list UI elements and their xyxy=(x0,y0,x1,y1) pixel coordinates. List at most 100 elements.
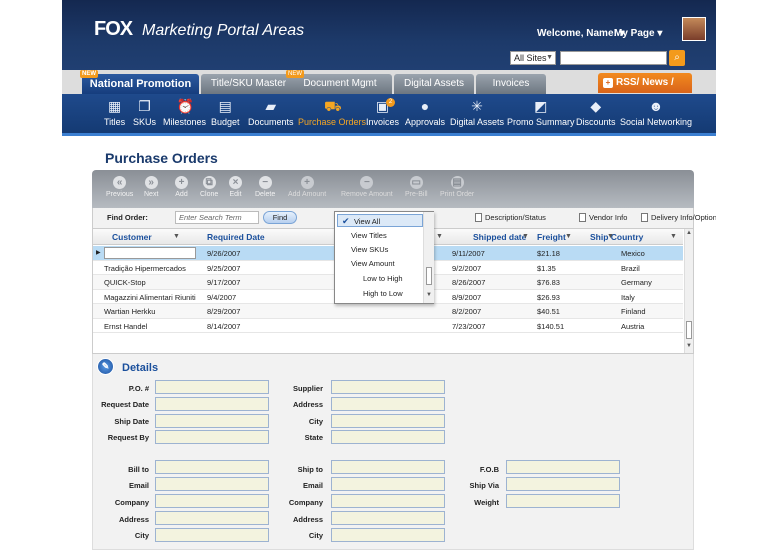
nav-titles[interactable]: ▦ Titles xyxy=(104,98,125,127)
dropdown-item-low-to-high[interactable]: Low to High xyxy=(335,272,425,285)
request-date-field[interactable] xyxy=(155,397,269,411)
ship-date-field[interactable] xyxy=(155,414,269,428)
fob-field[interactable] xyxy=(506,460,620,474)
find-order-input[interactable]: Enter Search Term xyxy=(175,211,259,224)
bill-company-field[interactable] xyxy=(155,494,269,508)
details-panel: ✎ Details P.O. # Request Date Ship Date R… xyxy=(92,354,694,550)
previous-button[interactable]: « Previous xyxy=(106,176,133,198)
delete-button[interactable]: − Delete xyxy=(255,176,275,198)
ship-company-field[interactable] xyxy=(331,494,445,508)
column-freight[interactable]: Freight xyxy=(537,232,566,242)
nav-digital-assets[interactable]: ✳ Digital Assets xyxy=(450,98,504,127)
plus-icon: + xyxy=(175,176,188,189)
nav-label: Digital Assets xyxy=(450,117,505,127)
avatar[interactable] xyxy=(682,17,706,41)
filter-icon[interactable]: ▼ xyxy=(565,233,572,240)
cell-customer[interactable] xyxy=(104,247,196,259)
dropdown-item-view-all[interactable]: ✔ View All xyxy=(337,214,423,227)
search-icon[interactable]: ⌕ xyxy=(669,50,685,66)
next-button[interactable]: » Next xyxy=(144,176,158,198)
tab-invoices[interactable]: Invoices xyxy=(476,74,546,94)
ship-to-field[interactable] xyxy=(331,460,445,474)
nav-label: Invoices xyxy=(366,117,400,127)
nav-milestones[interactable]: ⏰ Milestones xyxy=(163,98,206,127)
grid-scrollbar[interactable]: ▲ ▼ xyxy=(684,229,693,353)
printer-icon: ▤ xyxy=(450,176,464,189)
tab-national-promotion[interactable]: NEW National Promotion xyxy=(80,70,199,94)
fox-logo: FOX xyxy=(94,18,133,40)
pre-bill-button[interactable]: ▭ Pre-Bill xyxy=(405,176,428,198)
bill-to-field[interactable] xyxy=(155,460,269,474)
column-ship-country[interactable]: Ship Country xyxy=(590,232,643,242)
scroll-up-icon[interactable]: ▲ xyxy=(686,230,692,236)
city-field[interactable] xyxy=(331,414,445,428)
ship-via-field[interactable] xyxy=(506,477,620,491)
dropdown-scrollbar[interactable]: ▼ xyxy=(423,212,434,303)
weight-field[interactable] xyxy=(506,494,620,508)
clone-button[interactable]: ⧉ Clone xyxy=(200,176,218,198)
new-badge: NEW xyxy=(80,70,98,78)
nav-approvals[interactable]: ● Approvals xyxy=(405,98,445,127)
add-button[interactable]: + Add xyxy=(175,176,188,198)
dropdown-item-view-titles[interactable]: View Titles xyxy=(335,229,425,242)
nav-budget[interactable]: ▤ Budget xyxy=(211,98,240,127)
filter-icon[interactable]: ▼ xyxy=(436,233,443,240)
dropdown-item-view-amount[interactable]: View Amount xyxy=(335,257,425,270)
bill-email-label: Email xyxy=(128,481,149,490)
column-shipped-date[interactable]: Shipped date xyxy=(473,232,526,242)
scroll-down-icon[interactable]: ▼ xyxy=(686,343,692,349)
ship-email-field[interactable] xyxy=(331,477,445,491)
dropdown-item-high-to-low[interactable]: High to Low xyxy=(335,287,425,300)
filter-icon[interactable]: ▼ xyxy=(670,233,677,240)
ship-address-field[interactable] xyxy=(331,511,445,525)
bill-city-field[interactable] xyxy=(155,528,269,542)
cell-required-date: 9/4/2007 xyxy=(207,292,237,302)
cart-icon: ⛟ xyxy=(324,98,342,114)
site-select[interactable]: All Sites ▼ xyxy=(510,51,556,65)
description-status-link[interactable]: Description/Status xyxy=(475,213,546,222)
nav-documents[interactable]: ▰ Documents xyxy=(248,98,294,127)
request-by-field[interactable] xyxy=(155,430,269,444)
scroll-thumb[interactable] xyxy=(426,267,432,285)
bill-address-field[interactable] xyxy=(155,511,269,525)
state-field[interactable] xyxy=(331,430,445,444)
filter-icon[interactable]: ▼ xyxy=(173,233,180,240)
my-page-menu[interactable]: My Page ▾ xyxy=(614,28,662,39)
cell-shipped-date: 9/11/2007 xyxy=(452,249,485,258)
tab-digital-assets[interactable]: Digital Assets xyxy=(394,74,474,94)
po-number-field[interactable] xyxy=(155,380,269,394)
welcome-menu[interactable]: Welcome, Name! ▾ xyxy=(537,28,625,39)
edit-button[interactable]: × Edit xyxy=(229,176,242,198)
filter-icon[interactable]: ▼ xyxy=(522,233,529,240)
ship-city-field[interactable] xyxy=(331,528,445,542)
rss-news-links-button[interactable]: +RSS/ News / Links xyxy=(598,73,692,108)
nav-promo-summary[interactable]: ◩ Promo Summary xyxy=(507,98,575,127)
nav-skus[interactable]: ❐ SKUs xyxy=(133,98,156,127)
scroll-down-icon[interactable]: ▼ xyxy=(426,292,432,298)
supplier-field[interactable] xyxy=(331,380,445,394)
scroll-thumb[interactable] xyxy=(686,321,692,339)
tab-document-mgmt[interactable]: NEW Document Mgmt xyxy=(286,70,392,94)
fob-label: F.O.B xyxy=(479,465,499,474)
column-customer[interactable]: Customer xyxy=(112,232,152,242)
nav-discounts[interactable]: ◆ Discounts xyxy=(576,98,616,127)
clone-icon: ⧉ xyxy=(202,176,216,189)
filter-icon[interactable]: ▼ xyxy=(607,233,614,240)
tab-title-sku-master[interactable]: Title/SKU Master xyxy=(201,74,296,94)
dropdown-item-view-skus[interactable]: View SKUs xyxy=(335,243,425,256)
search-input[interactable] xyxy=(560,51,667,65)
remove-amount-button[interactable]: − Remove Amount xyxy=(341,176,393,198)
nav-social-networking[interactable]: ☻ Social Networking xyxy=(620,98,692,127)
print-order-button[interactable]: ▤ Print Order xyxy=(440,176,474,198)
table-row[interactable]: Ernst Handel 8/14/2007 7/23/2007 $140.51… xyxy=(93,319,683,333)
add-amount-button[interactable]: + Add Amount xyxy=(288,176,326,198)
atom-icon: ✳ xyxy=(471,98,483,114)
nav-purchase-orders[interactable]: ⛟ Purchase Orders xyxy=(298,98,366,127)
column-required-date[interactable]: Required Date xyxy=(207,232,265,242)
bill-email-field[interactable] xyxy=(155,477,269,491)
address-field[interactable] xyxy=(331,397,445,411)
delivery-info-link[interactable]: Delivery Info/Options xyxy=(641,213,716,222)
table-row[interactable]: Wartian Herkku 8/29/2007 8/2/2007 $40.51… xyxy=(93,304,683,319)
vendor-info-link[interactable]: Vendor Info xyxy=(579,213,627,222)
find-button[interactable]: Find xyxy=(263,211,297,224)
